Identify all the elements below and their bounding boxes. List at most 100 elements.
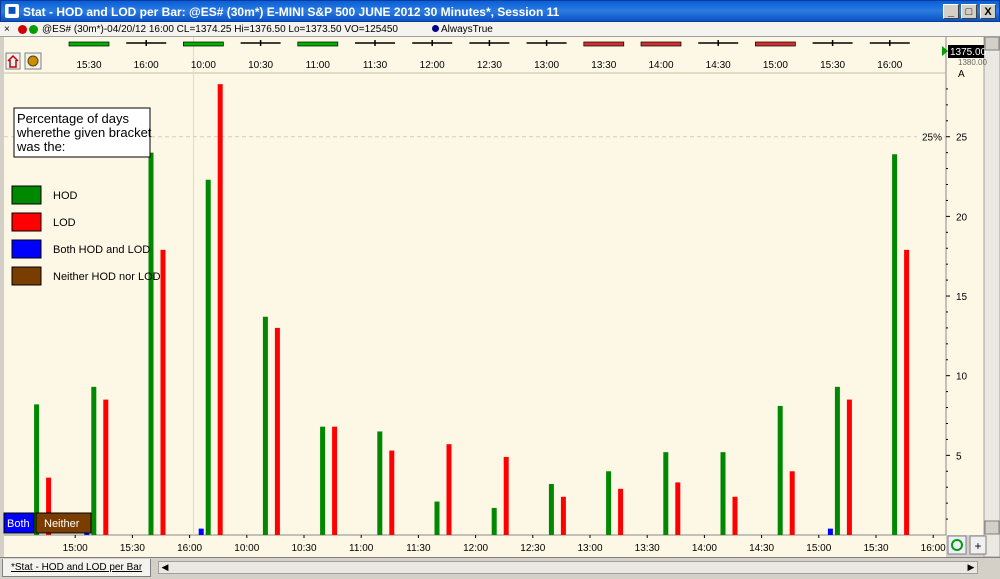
indicator-label: AlwaysTrue bbox=[432, 22, 493, 37]
mini-time-label: 15:30 bbox=[820, 60, 845, 71]
lod-bar bbox=[332, 426, 338, 535]
hod-bar bbox=[663, 452, 669, 535]
legend-title-line: wherethe given bracket bbox=[16, 125, 152, 140]
close-study-icon[interactable]: × bbox=[4, 22, 10, 37]
x-tick-label: 13:00 bbox=[577, 543, 602, 554]
mini-time-label: 12:30 bbox=[477, 60, 502, 71]
y-top-label: A bbox=[958, 69, 965, 80]
both-bar bbox=[198, 528, 204, 535]
mini-time-label: 13:30 bbox=[591, 60, 616, 71]
legend-swatch bbox=[11, 239, 42, 259]
y-tick-label: 15 bbox=[956, 292, 968, 303]
hod-bar bbox=[91, 386, 97, 535]
lod-bar bbox=[846, 399, 852, 535]
mini-time-label: 14:30 bbox=[706, 60, 731, 71]
symbol-info-bar: × @ES# (30m*)-04/20/12 16:00 CL=1374.25 … bbox=[0, 22, 1000, 37]
legend-label: Both HOD and LOD bbox=[53, 244, 150, 256]
x-tick-label: 10:00 bbox=[234, 543, 259, 554]
y-tick-label: 25 bbox=[956, 133, 968, 144]
lod-bar bbox=[904, 249, 910, 536]
bottom-bar: *Stat - HOD and LOD per Bar ◀ ▶ bbox=[0, 557, 1000, 579]
symbol-info: @ES# (30m*)-04/20/12 16:00 CL=1374.25 Hi… bbox=[42, 24, 398, 35]
scroll-right-icon[interactable]: ▶ bbox=[965, 562, 977, 573]
x-tick-label: 13:30 bbox=[635, 543, 660, 554]
mini-bar-down bbox=[640, 41, 682, 47]
lod-bar bbox=[618, 488, 624, 535]
hod-bar bbox=[434, 501, 440, 535]
legend-label: Neither HOD nor LOD bbox=[53, 271, 161, 283]
lod-bar bbox=[274, 327, 280, 535]
chart-area[interactable]: 25% 5 10 15 20 25 A 1375.00 1380.00 15:30 16:00 10:… bbox=[0, 36, 1000, 558]
indicator-name: AlwaysTrue bbox=[441, 24, 493, 35]
scroll-up-icon[interactable] bbox=[984, 36, 1000, 51]
x-tick-label: 10:30 bbox=[291, 543, 316, 554]
refresh-button[interactable] bbox=[947, 535, 967, 555]
gear-icon bbox=[27, 55, 39, 67]
lod-bar bbox=[217, 84, 223, 535]
hod-lod-chart[interactable]: 25% 5 10 15 20 25 A 1375.001380.00 15:30 16:00 10:… bbox=[0, 36, 1000, 558]
hod-bar bbox=[777, 405, 783, 535]
lod-bar bbox=[389, 450, 395, 535]
legend-swatch bbox=[11, 266, 42, 286]
lod-bar bbox=[789, 471, 795, 535]
mini-bar-up bbox=[68, 41, 110, 47]
vertical-scrollbar[interactable] bbox=[983, 36, 1000, 558]
title-bar: ◼ Stat - HOD and LOD per Bar: @ES# (30m*… bbox=[0, 0, 1000, 22]
window-title: Stat - HOD and LOD per Bar: @ES# (30m*) … bbox=[23, 5, 560, 19]
horizontal-scrollbar[interactable]: ◀ ▶ bbox=[158, 561, 978, 574]
mini-bar-up bbox=[183, 41, 224, 47]
mini-time-label: 14:00 bbox=[648, 60, 673, 71]
zoom-in-icon: + bbox=[974, 539, 981, 553]
hod-bar bbox=[377, 431, 383, 535]
scroll-left-icon[interactable]: ◀ bbox=[159, 562, 171, 573]
y-tick-label: 20 bbox=[956, 212, 968, 223]
lod-bar bbox=[160, 249, 166, 536]
hod-bar bbox=[606, 471, 612, 535]
maximize-button[interactable]: □ bbox=[961, 4, 977, 19]
minimize-button[interactable]: _ bbox=[943, 4, 959, 19]
hod-bar bbox=[148, 152, 154, 535]
x-tick-label: 11:30 bbox=[406, 543, 431, 554]
hod-bar bbox=[262, 316, 268, 535]
x-tick-label: 15:00 bbox=[806, 543, 831, 554]
y-tick-label: 10 bbox=[956, 372, 968, 383]
legend-title-line: was the: bbox=[16, 139, 65, 154]
x-tick-label: 14:30 bbox=[749, 543, 774, 554]
scroll-down-icon[interactable] bbox=[984, 520, 1000, 535]
price-axis-label: 1380.00 bbox=[958, 58, 987, 67]
y-tick-label: 5 bbox=[956, 451, 962, 462]
lod-bar bbox=[560, 496, 566, 535]
y-axis-area bbox=[946, 37, 984, 535]
mini-time-label: 10:30 bbox=[248, 60, 273, 71]
hod-bar bbox=[720, 452, 726, 535]
x-tick-label: 14:00 bbox=[692, 543, 717, 554]
mini-bar-down bbox=[583, 41, 625, 47]
lod-bar bbox=[675, 482, 681, 535]
lod-bar bbox=[732, 496, 738, 535]
close-button[interactable]: X bbox=[980, 4, 996, 19]
mini-bar-up bbox=[297, 41, 339, 47]
lod-bar bbox=[446, 444, 452, 535]
x-tick-label: 16:00 bbox=[177, 543, 202, 554]
x-tick-label: 15:30 bbox=[120, 543, 145, 554]
x-tick-label: 11:00 bbox=[349, 543, 374, 554]
lod-bar bbox=[103, 399, 109, 535]
mini-bar-down bbox=[755, 41, 796, 47]
mini-time-label: 13:00 bbox=[534, 60, 559, 71]
x-tick-label: 16:00 bbox=[921, 543, 946, 554]
hod-bar bbox=[834, 386, 840, 535]
mini-time-label: 15:00 bbox=[763, 60, 788, 71]
x-tick-label: 12:30 bbox=[520, 543, 545, 554]
legend-label: LOD bbox=[53, 217, 76, 229]
mini-time-label: 11:30 bbox=[363, 60, 388, 71]
mini-time-label: 11:00 bbox=[306, 60, 331, 71]
mini-time-label: 16:00 bbox=[134, 60, 159, 71]
legend-label: HOD bbox=[53, 190, 78, 202]
tab-neither-label: Neither bbox=[44, 518, 80, 530]
chart-tab[interactable]: *Stat - HOD and LOD per Bar bbox=[2, 559, 152, 577]
legend-title-line: Percentage of days bbox=[17, 111, 130, 126]
mini-time-label: 12:00 bbox=[420, 60, 445, 71]
hod-bar bbox=[892, 154, 898, 535]
mini-time-label: 16:00 bbox=[877, 60, 902, 71]
indicator-dot-icon bbox=[432, 25, 439, 32]
